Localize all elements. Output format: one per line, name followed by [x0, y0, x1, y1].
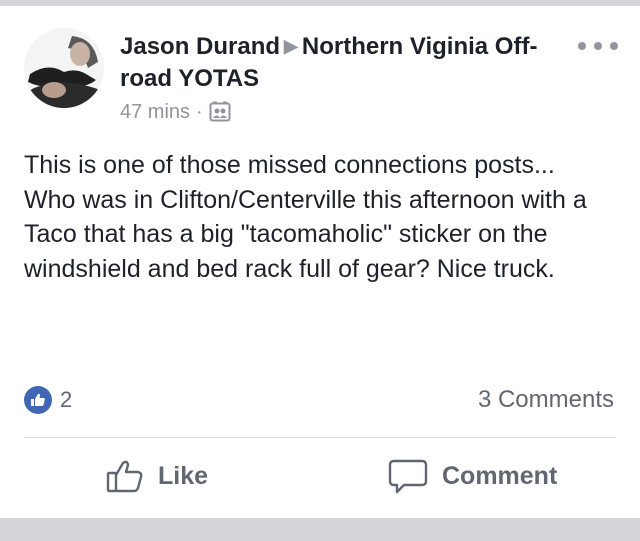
more-options-icon[interactable]: [578, 36, 618, 56]
reaction-summary[interactable]: 2: [24, 386, 72, 414]
post-body-line: This is one of those missed connections …: [24, 151, 555, 179]
thumbs-up-outline-icon: [106, 460, 143, 493]
speech-bubble-icon: [388, 459, 428, 494]
more-dot: [610, 42, 618, 50]
like-label: Like: [158, 461, 209, 490]
avatar-photo: [24, 28, 104, 108]
comment-label: Comment: [442, 461, 558, 490]
divider: [24, 437, 616, 438]
author-name[interactable]: Jason Durand: [120, 33, 280, 60]
like-button[interactable]: Like: [106, 458, 208, 494]
arrow-right-icon: ▶: [284, 36, 298, 56]
post-body-line: Who was in Clifton/Centerville this afte…: [24, 185, 587, 283]
group-audience-icon: [209, 101, 231, 122]
post-header: Jason Durand ▶ Northern Viginia Off-road Y…: [120, 30, 570, 125]
comments-count[interactable]: 3 Comments: [478, 386, 614, 414]
meta-separator: ·: [196, 101, 203, 123]
post-body: This is one of those missed connections …: [24, 148, 614, 286]
thumbs-up-icon: [24, 386, 52, 414]
avatar[interactable]: [24, 28, 104, 108]
more-dot: [594, 42, 602, 50]
more-dot: [578, 42, 586, 50]
timestamp[interactable]: 47 mins: [120, 99, 190, 125]
bottom-separator: [0, 518, 640, 541]
author-line: Jason Durand ▶ Northern Viginia Off-road Y…: [120, 30, 570, 95]
top-separator: [0, 0, 640, 6]
comment-button[interactable]: Comment: [388, 458, 557, 494]
post-meta: 47 mins ·: [120, 99, 570, 125]
like-count: 2: [60, 387, 73, 412]
